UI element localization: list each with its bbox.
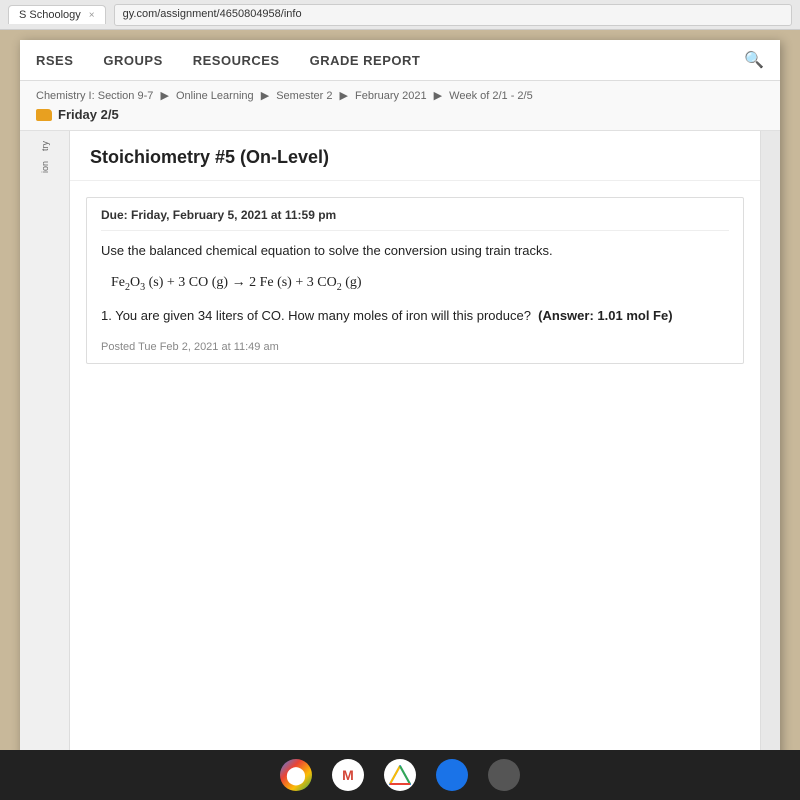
breadcrumb-week[interactable]: Week of 2/1 - 2/5 [449, 90, 533, 102]
page-wrapper: RSES GROUPS RESOURCES GRADE REPORT 🔍 Che… [20, 40, 780, 770]
taskbar-gmail-icon[interactable]: M [332, 759, 364, 791]
taskbar: ⬤ M [0, 750, 800, 800]
address-bar[interactable]: gy.com/assignment/4650804958/info [114, 4, 792, 26]
browser-tab[interactable]: S Schoology × [8, 5, 106, 24]
question-text: 1. You are given 34 liters of CO. How ma… [101, 306, 729, 327]
week-folder[interactable]: Friday 2/5 [36, 107, 764, 122]
top-nav: RSES GROUPS RESOURCES GRADE REPORT 🔍 [20, 40, 780, 81]
answer-text: (Answer: 1.01 mol Fe) [538, 308, 672, 323]
question-body: 1. You are given 34 liters of CO. How ma… [101, 308, 535, 323]
separator-4: ▶ [434, 90, 446, 102]
sidebar-item-courses[interactable]: RSES [36, 53, 73, 68]
sidebar: try ion [20, 131, 70, 756]
equation: Fe2O3 (s) + 3 CO (g) → 2 Fe (s) + 3 CO2 … [101, 275, 729, 293]
sidebar-label-try: try [40, 141, 50, 151]
sidebar-item-resources[interactable]: RESOURCES [193, 53, 280, 68]
content-area: try ion Stoichiometry #5 (On-Level) Due:… [20, 131, 780, 756]
right-panel [760, 131, 780, 756]
sidebar-label-ion: ion [40, 161, 50, 173]
taskbar-dark-icon[interactable] [488, 759, 520, 791]
sidebar-item-grade-report[interactable]: GRADE REPORT [310, 53, 421, 68]
sidebar-item-groups[interactable]: GROUPS [103, 53, 162, 68]
posted-text: Posted Tue Feb 2, 2021 at 11:49 am [101, 341, 729, 353]
taskbar-drive-icon[interactable] [384, 759, 416, 791]
tab-close-button[interactable]: × [89, 10, 95, 21]
folder-icon [36, 109, 52, 121]
due-date-box: Due: Friday, February 5, 2021 at 11:59 p… [86, 197, 744, 364]
browser-chrome: S Schoology × gy.com/assignment/46508049… [0, 0, 800, 30]
week-folder-label: Friday 2/5 [58, 107, 119, 122]
separator-3: ▶ [340, 90, 352, 102]
breadcrumb-semester[interactable]: Semester 2 [276, 90, 332, 102]
main-content: Stoichiometry #5 (On-Level) Due: Friday,… [70, 131, 760, 756]
due-date-text: Due: Friday, February 5, 2021 at 11:59 p… [101, 208, 729, 231]
breadcrumb-month[interactable]: February 2021 [355, 90, 427, 102]
assignment-body: Due: Friday, February 5, 2021 at 11:59 p… [70, 197, 760, 364]
breadcrumb-online-learning[interactable]: Online Learning [176, 90, 254, 102]
taskbar-chrome-icon[interactable]: ⬤ [280, 759, 312, 791]
separator-2: ▶ [261, 90, 273, 102]
assignment-title: Stoichiometry #5 (On-Level) [70, 131, 760, 181]
breadcrumb-section[interactable]: Chemistry I: Section 9-7 [36, 90, 153, 102]
breadcrumb-area: Chemistry I: Section 9-7 ▶ Online Learni… [20, 81, 780, 131]
search-icon[interactable]: 🔍 [744, 50, 764, 70]
tab-label: S Schoology [19, 9, 81, 21]
taskbar-blue-icon[interactable] [436, 759, 468, 791]
instruction-text: Use the balanced chemical equation to so… [101, 241, 729, 261]
breadcrumb: Chemistry I: Section 9-7 ▶ Online Learni… [36, 89, 764, 102]
separator-1: ▶ [160, 90, 172, 102]
